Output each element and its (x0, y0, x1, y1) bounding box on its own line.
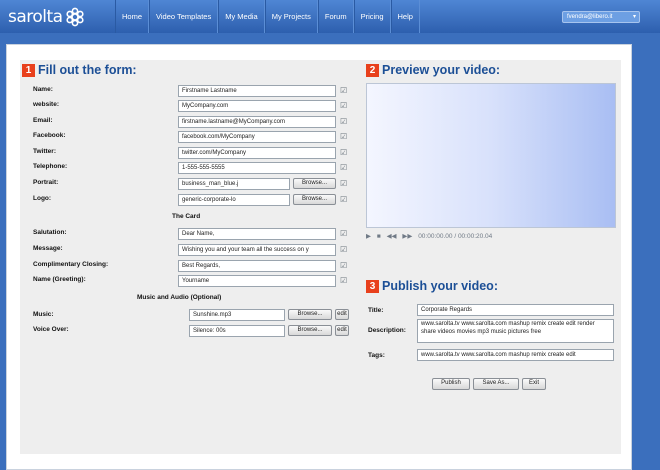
edit-check-icon[interactable]: ☑ (340, 261, 349, 270)
music-browse-button[interactable]: Browse... (288, 309, 332, 320)
step3-number: 3 (366, 279, 379, 293)
voice-over-edit-button[interactable]: edit (335, 325, 349, 336)
edit-check-icon[interactable]: ☑ (340, 179, 349, 188)
publish-tags-label: Tags: (368, 352, 385, 359)
telephone-label: Telephone: (33, 163, 68, 170)
video-controls: ▶ ■ ◀◀ ▶▶ 00:00:00.00 / 00:00:20.04 (366, 232, 616, 244)
name-label: Name: (33, 86, 53, 93)
portrait-browse-button[interactable]: Browse... (293, 178, 336, 189)
save-as-button[interactable]: Save As... (473, 378, 519, 390)
email-label: Email: (33, 117, 53, 124)
message-input[interactable]: Wishing you and your team all the succes… (178, 244, 336, 256)
nav-my-media[interactable]: My Media (218, 0, 265, 33)
closing-label: Complimentary Closing: (33, 261, 109, 268)
rewind-icon[interactable]: ◀◀ (387, 233, 397, 240)
edit-check-icon[interactable]: ☑ (340, 229, 349, 238)
salutation-label: Salutation: (33, 229, 67, 236)
exit-button[interactable]: Exit (522, 378, 546, 390)
stop-icon[interactable]: ■ (377, 233, 381, 240)
publish-title-input[interactable]: Corporate Regards (417, 304, 614, 316)
step2-title: 2 Preview your video: (366, 63, 500, 77)
edit-check-icon[interactable]: ☑ (340, 245, 349, 254)
music-file-input[interactable]: Sunshine.mp3 (189, 309, 285, 321)
facebook-input[interactable]: facebook.com/MyCompany (178, 131, 336, 143)
telephone-input[interactable]: 1-555-555-5555 (178, 162, 336, 174)
music-label: Music: (33, 311, 54, 318)
play-icon[interactable]: ▶ (366, 233, 371, 240)
step1-title-text: Fill out the form: (38, 63, 137, 77)
voice-over-input[interactable]: Silence: 00s (189, 325, 285, 337)
top-navigation-bar: sarolta Home Video Templates My Media My… (0, 0, 660, 33)
publish-tags-input[interactable]: www.sarolta.tv www.sarolta.com mashup re… (417, 349, 614, 361)
logo-flower-icon (66, 7, 84, 27)
step1-number: 1 (22, 63, 35, 77)
edit-check-icon[interactable]: ☑ (340, 117, 349, 126)
name-greeting-label: Name (Greeting): (33, 276, 86, 283)
logo-browse-button[interactable]: Browse... (293, 194, 336, 205)
email-input[interactable]: firstname.lastname@MyCompany.com (178, 116, 336, 128)
edit-check-icon[interactable]: ☑ (340, 195, 349, 204)
salutation-input[interactable]: Dear Name, (178, 228, 336, 240)
main-nav: Home Video Templates My Media My Project… (115, 0, 420, 33)
nav-pricing[interactable]: Pricing (353, 0, 391, 33)
edit-check-icon[interactable]: ☑ (340, 276, 349, 285)
message-label: Message: (33, 245, 63, 252)
logo-text: sarolta (8, 7, 63, 27)
name-input[interactable]: Firstname Lastname (178, 85, 336, 97)
twitter-label: Twitter: (33, 148, 56, 155)
user-email: fvendra@libero.it (567, 14, 613, 20)
edit-check-icon[interactable]: ☑ (340, 163, 349, 172)
forward-icon[interactable]: ▶▶ (402, 233, 412, 240)
step3-title: 3 Publish your video: (366, 279, 498, 293)
user-menu-button[interactable]: fvendra@libero.it ▾ (562, 11, 640, 23)
card-section-heading: The Card (172, 213, 201, 220)
nav-home[interactable]: Home (115, 0, 150, 33)
step2-number: 2 (366, 63, 379, 77)
brand-logo[interactable]: sarolta (8, 6, 85, 28)
publish-description-textarea[interactable]: www.sarolta.tv www.sarolta.com mashup re… (417, 319, 614, 343)
nav-forum[interactable]: Forum (317, 0, 354, 33)
chevron-down-icon: ▾ (632, 14, 636, 20)
portrait-file-input[interactable]: business_man_blue.j (178, 178, 290, 190)
website-label: website: (33, 101, 60, 108)
publish-button[interactable]: Publish (432, 378, 470, 390)
website-input[interactable]: MyCompany.com (178, 100, 336, 112)
voice-over-label: Voice Over: (33, 326, 69, 333)
nav-video-templates[interactable]: Video Templates (149, 0, 219, 33)
publish-description-label: Description: (368, 327, 406, 334)
portrait-label: Portrait: (33, 179, 59, 186)
edit-check-icon[interactable]: ☑ (340, 101, 349, 110)
edit-check-icon[interactable]: ☑ (340, 148, 349, 157)
music-edit-button[interactable]: edit (335, 309, 349, 320)
step3-title-text: Publish your video: (382, 279, 498, 293)
closing-input[interactable]: Best Regards, (178, 260, 336, 272)
video-timecode: 00:00:00.00 / 00:00:20.04 (418, 233, 493, 240)
twitter-input[interactable]: twitter.com/MyCompany (178, 147, 336, 159)
nav-my-projects[interactable]: My Projects (264, 0, 318, 33)
music-section-heading: Music and Audio (Optional) (137, 294, 222, 301)
step2-title-text: Preview your video: (382, 63, 501, 77)
name-greeting-input[interactable]: Yourname (178, 275, 336, 287)
logo-label: Logo: (33, 195, 52, 202)
publish-title-label: Title: (368, 307, 384, 314)
step1-title: 1 Fill out the form: (22, 63, 137, 77)
facebook-label: Facebook: (33, 132, 66, 139)
logo-file-input[interactable]: generic-corporate-lo (178, 194, 290, 206)
edit-check-icon[interactable]: ☑ (340, 132, 349, 141)
video-preview[interactable] (366, 83, 616, 228)
voice-over-browse-button[interactable]: Browse... (288, 325, 332, 336)
edit-check-icon[interactable]: ☑ (340, 86, 349, 95)
nav-help[interactable]: Help (390, 0, 420, 33)
